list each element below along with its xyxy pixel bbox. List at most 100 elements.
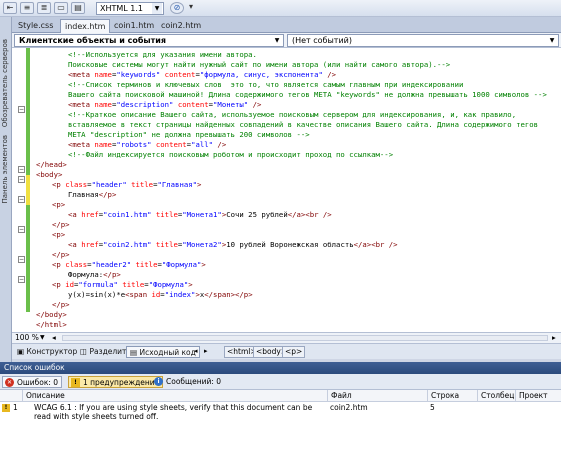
tab-coin2-htm[interactable]: coin2.htm <box>157 19 205 33</box>
events-combo[interactable]: (Нет событий) ▼ <box>287 34 559 47</box>
toolbox-tab[interactable]: Панель элементов <box>1 135 9 204</box>
column-project[interactable]: Проект <box>515 390 561 402</box>
collapse-icon[interactable]: − <box>18 276 25 283</box>
messages-filter-button[interactable]: i Сообщений: 0 <box>152 376 224 388</box>
source-view-button[interactable]: ▤ Исходный код <box>126 346 200 358</box>
code-line[interactable]: Формула:</p> <box>68 270 121 280</box>
code-line[interactable]: <meta name="description" content="Монеты… <box>68 100 261 110</box>
tab-coin1-htm[interactable]: coin1.htm <box>110 19 158 33</box>
code-line[interactable]: <!--Краткое описание Вашего сайта, испол… <box>68 110 516 120</box>
code-token: title <box>126 180 154 189</box>
code-line[interactable]: <!--Список терминов и ключевых слов это … <box>68 80 463 90</box>
code-line[interactable]: <body> <box>36 170 62 180</box>
collapse-icon[interactable]: − <box>18 196 25 203</box>
design-view-button[interactable]: ▣ Конструктор <box>14 346 80 358</box>
code-token: <!--Используется для указания имени авто… <box>68 50 257 59</box>
indent-icon[interactable]: ≣ <box>37 2 51 14</box>
horizontal-scrollbar[interactable] <box>62 335 548 341</box>
code-token: "Монета2" <box>182 240 222 249</box>
code-line[interactable]: <p> <box>52 200 65 210</box>
code-line[interactable]: Поисковые системы могут найти нужный сай… <box>68 60 450 70</box>
code-token: <p> <box>52 230 66 239</box>
code-token: <!--Файл индексируется поисковым роботом… <box>68 150 394 159</box>
chevron-down-icon[interactable]: ▼ <box>40 333 45 343</box>
column-line[interactable]: Строка <box>427 390 477 402</box>
comment-icon[interactable]: ▭ <box>54 2 68 14</box>
warnings-filter-button[interactable]: ! 1 предупреждение <box>68 376 164 388</box>
code-line[interactable]: <a href="coin1.htm" title="Монета1">Сочи… <box>68 210 332 220</box>
code-line[interactable]: </p> <box>52 300 70 310</box>
scroll-right-icon[interactable]: ▸ <box>552 333 556 343</box>
code-token: "description" <box>116 100 174 109</box>
zoom-level[interactable]: 100 % <box>15 333 39 343</box>
client-objects-combo[interactable]: Клиентские объекты и события ▼ <box>14 34 284 47</box>
code-editor[interactable]: <!--Используется для указания имени авто… <box>12 48 561 332</box>
code-token: "all" <box>191 140 214 149</box>
scroll-left-icon[interactable]: ◂ <box>52 333 56 343</box>
code-line[interactable]: <p class="header" title="Главная"> <box>52 180 201 190</box>
warning-icon: ! <box>71 378 80 387</box>
code-token: "Формула" <box>148 280 189 289</box>
code-token: Вашего сайта поисковой машиной! Длина со… <box>68 90 547 99</box>
navigation-bar: Клиентские объекты и события ▼ (Нет собы… <box>12 33 561 48</box>
collapse-icon[interactable]: − <box>18 176 25 183</box>
tab-style-css[interactable]: Style.css <box>14 19 57 33</box>
code-token: </head> <box>36 160 67 169</box>
code-token: "index" <box>164 290 196 299</box>
outdent-icon[interactable]: ≡ <box>20 2 34 14</box>
code-line[interactable]: META "description" не должна превышать 2… <box>68 130 310 140</box>
code-line[interactable]: <p class="header2" title="Формула"> <box>52 260 206 270</box>
code-token: META "description" не должна превышать 2… <box>68 130 310 139</box>
collapse-icon[interactable]: − <box>18 166 25 173</box>
collapse-icon[interactable]: − <box>18 256 25 263</box>
code-token: "coin1.htm" <box>103 210 152 219</box>
code-token: content <box>173 100 209 109</box>
column-description[interactable]: Описание <box>22 390 327 402</box>
code-token: <body> <box>36 170 63 179</box>
error-list-header: Описание Файл Строка Столбец Проект <box>0 390 561 402</box>
server-explorer-tab[interactable]: Обозреватель серверов <box>1 39 9 127</box>
code-line[interactable]: Вашего сайта поисковой машиной! Длина со… <box>68 90 547 100</box>
collapse-icon[interactable]: − <box>18 106 25 113</box>
table-row[interactable]: ! 1 WCAG 6.1 : If you are using style sh… <box>0 402 561 422</box>
code-token: <meta <box>68 140 95 149</box>
document-tabs: Style.css index.htm coin1.htm coin2.htm <box>12 17 561 33</box>
validate-icon[interactable]: ⊘ <box>170 2 184 14</box>
code-line[interactable]: </p> <box>52 250 70 260</box>
back-icon[interactable]: ⇤ <box>3 2 17 14</box>
code-line[interactable]: </body> <box>36 310 67 320</box>
breadcrumb-p[interactable]: <p> <box>282 346 306 358</box>
code-token: Поисковые системы могут найти нужный сай… <box>68 60 451 69</box>
code-line[interactable]: y(x)=sin(x)*e<span id="index">x</span></… <box>68 290 253 300</box>
code-line[interactable]: Главная</p> <box>68 190 116 200</box>
code-token: "Монеты" <box>213 100 249 109</box>
code-token: name <box>94 70 112 79</box>
row-number: 1 <box>13 403 18 412</box>
nav-left-icon[interactable]: ◂ <box>194 347 198 355</box>
column-column[interactable]: Столбец <box>477 390 515 402</box>
code-line[interactable]: <meta name="robots" content="all" /> <box>68 140 226 150</box>
code-line[interactable]: <p> <box>52 230 65 240</box>
collapse-icon[interactable]: − <box>18 226 25 233</box>
nav-right-icon[interactable]: ▸ <box>204 347 208 355</box>
code-line[interactable]: <meta name="keywords" content="формула, … <box>68 70 336 80</box>
code-line[interactable]: </head> <box>36 160 67 170</box>
code-line[interactable]: <a href="coin2.htm" title="Монета2">10 р… <box>68 240 398 250</box>
code-token: "Формула" <box>161 260 202 269</box>
column-file[interactable]: Файл <box>327 390 427 402</box>
dropdown-arrow-icon[interactable]: ▾ <box>186 2 196 14</box>
code-line[interactable]: </html> <box>36 320 67 330</box>
doctype-select[interactable]: XHTML 1.1 ▼ <box>96 2 164 15</box>
events-value: (Нет событий) <box>292 36 352 45</box>
code-line[interactable]: <!--Файл индексируется поисковым роботом… <box>68 150 393 160</box>
format-icon[interactable]: ▤ <box>71 2 85 14</box>
code-line[interactable]: вставляемое в текст страницы найденных с… <box>68 120 538 130</box>
code-line[interactable]: <!--Используется для указания имени авто… <box>68 50 257 60</box>
errors-filter-button[interactable]: ✕ Ошибок: 0 <box>2 376 63 388</box>
tab-index-htm[interactable]: index.htm <box>60 19 111 33</box>
code-token: Сочи 25 рублей <box>226 210 288 219</box>
code-line[interactable]: </p> <box>52 220 70 230</box>
row-description: WCAG 6.1 : If you are using style sheets… <box>34 403 313 421</box>
code-token: </span></p> <box>204 290 253 299</box>
code-line[interactable]: <p id="formula" title="Формула"> <box>52 280 193 290</box>
